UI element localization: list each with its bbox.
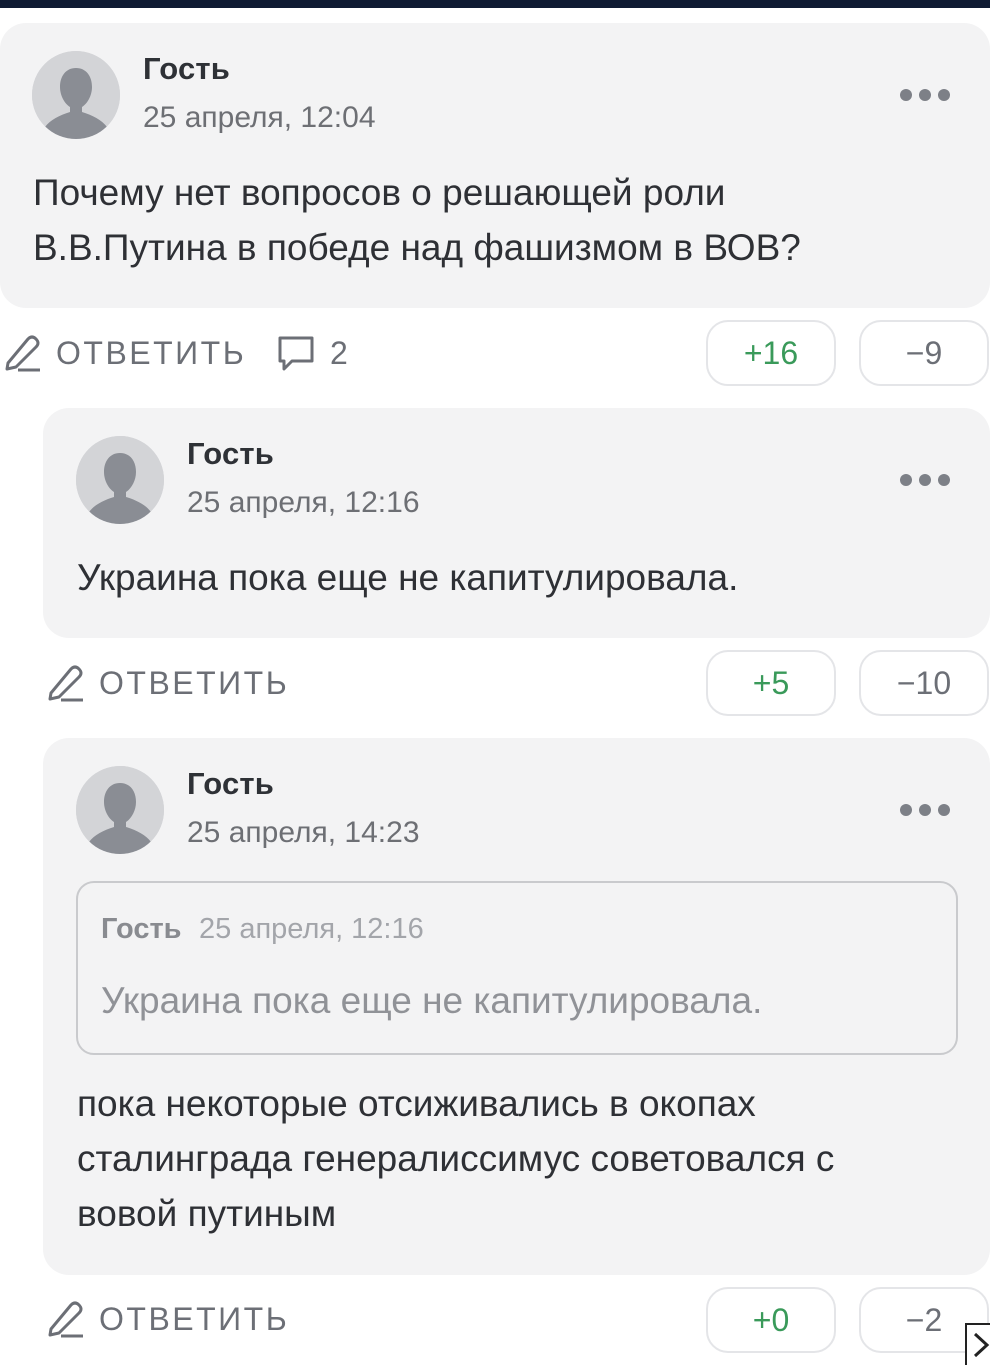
reply-label: ОТВЕТИТЬ: [99, 664, 290, 701]
comment-date: 25 апреля, 12:04: [143, 101, 376, 134]
reply-button[interactable]: ОТВЕТИТЬ: [47, 660, 289, 706]
comment-text-line: В.В.Путина в победе над фашизмом в ВОВ?: [33, 227, 801, 268]
chevron-right-icon: [973, 1332, 990, 1358]
replies-count: 2: [330, 334, 348, 371]
comment-author: Гость: [187, 766, 275, 801]
upvote-button[interactable]: +0: [706, 1287, 836, 1353]
comment-card: Гость 25 апреля, 12:16 Украина пока еще …: [43, 408, 990, 638]
next-arrow-button[interactable]: [965, 1323, 990, 1365]
more-dots-icon[interactable]: [900, 85, 950, 105]
downvote-button[interactable]: −10: [859, 650, 989, 716]
upvote-button[interactable]: +5: [706, 650, 836, 716]
quote-date: 25 апреля, 12:16: [199, 913, 424, 945]
avatar[interactable]: [32, 51, 120, 139]
comment-bubble-icon: [278, 336, 314, 371]
user-silhouette-icon: [76, 436, 164, 524]
pencil-icon: [48, 1301, 83, 1338]
comment-text-line: Почему нет вопросов о решающей роли: [33, 172, 726, 213]
comment-text: Украина пока еще не капитулировала.: [77, 550, 738, 605]
quote-author: Гость: [101, 913, 182, 945]
top-bar: [0, 0, 990, 8]
comment-card: Гость 25 апреля, 12:04 Почему нет вопрос…: [0, 23, 990, 308]
reply-button[interactable]: ОТВЕТИТЬ: [4, 330, 246, 376]
quoted-comment[interactable]: Гость 25 апреля, 12:16 Украина пока еще …: [76, 881, 958, 1055]
pencil-icon: [5, 335, 40, 372]
comment-author: Гость: [143, 51, 231, 86]
comment-date: 25 апреля, 14:23: [187, 816, 420, 849]
comment-text: Почему нет вопросов о решающей роли В.В.…: [33, 165, 801, 275]
avatar[interactable]: [76, 766, 164, 854]
user-silhouette-icon: [32, 51, 120, 139]
more-dots-icon[interactable]: [900, 800, 950, 820]
downvote-button[interactable]: −9: [859, 320, 989, 386]
comment-text-line: пока некоторые отсиживались в окопах: [77, 1083, 756, 1124]
quote-text: Украина пока еще не капитулировала.: [101, 980, 763, 1021]
comment-text: пока некоторые отсиживались в окопах ста…: [77, 1076, 834, 1241]
comment-text-line: Украина пока еще не капитулировала.: [77, 557, 739, 598]
reply-label: ОТВЕТИТЬ: [99, 1300, 290, 1337]
comment-text-line: сталинграда генералиссимус советовался с: [77, 1138, 835, 1179]
reply-button[interactable]: ОТВЕТИТЬ: [47, 1296, 289, 1342]
more-dots-icon[interactable]: [900, 470, 950, 490]
user-silhouette-icon: [76, 766, 164, 854]
replies-count-button[interactable]: 2: [276, 330, 348, 376]
comment-card: Гость 25 апреля, 14:23 Гость 25 апреля, …: [43, 738, 990, 1275]
reply-label: ОТВЕТИТЬ: [56, 334, 247, 371]
avatar[interactable]: [76, 436, 164, 524]
upvote-button[interactable]: +16: [706, 320, 836, 386]
pencil-icon: [48, 665, 83, 702]
comment-text-line: вовой путиным: [77, 1193, 337, 1234]
comment-date: 25 апреля, 12:16: [187, 486, 420, 519]
comment-author: Гость: [187, 436, 275, 471]
